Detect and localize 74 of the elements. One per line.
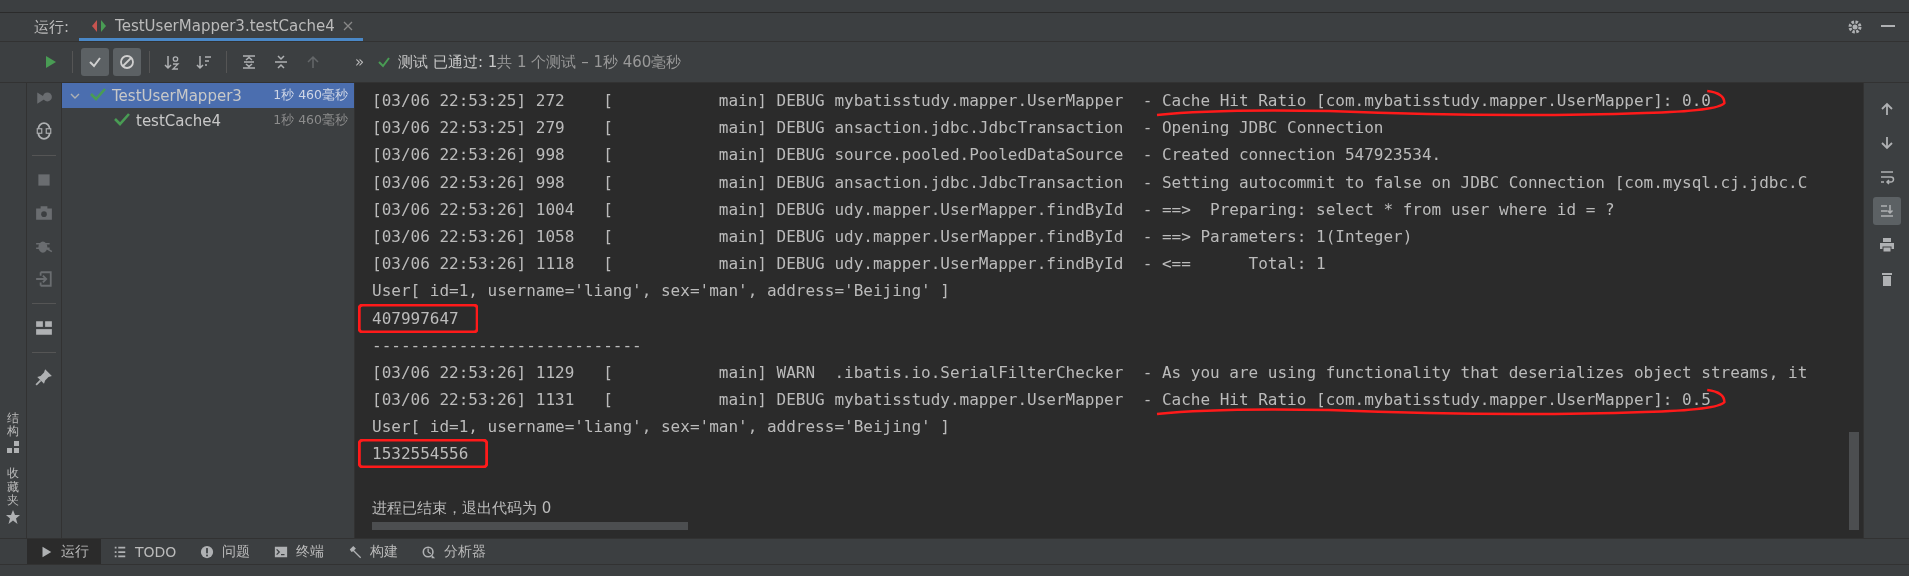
vertical-scrollbar[interactable] [1849, 432, 1859, 530]
tool-window-tab[interactable]: 分析器 [410, 539, 499, 564]
layout-icon[interactable] [35, 319, 53, 337]
test-duration: 1秒 460毫秒 [273, 112, 348, 129]
collapse-icon [273, 54, 289, 70]
log-prefix: [03/06 22:53:26] 998 [ main] DEBUG source.pooled.PooledDataSource - [372, 144, 1154, 167]
log-message: ==> Preparing: select * from user where id = ? [1161, 199, 1615, 219]
log-prefix: [03/06 22:53:26] 1118 [ main] DEBUG udy.mapper.UserMapper.findById - [372, 253, 1154, 276]
console-output: User[ id=1, username='liang', sex='man', address='Beijing' ] [372, 281, 950, 301]
show-passed-button[interactable] [81, 48, 109, 76]
stop-icon[interactable] [35, 171, 53, 189]
log-prefix: [03/06 22:53:26] 1058 [ main] DEBUG udy.mapper.UserMapper.findById - [372, 225, 1154, 248]
log-prefix: [03/06 22:53:26] 998 [ main] DEBUG ansaction.jdbc.JdbcTransaction - [372, 171, 1154, 194]
test-status: 测试 已通过: 1 [398, 52, 498, 72]
sort-alphabetical-icon [164, 54, 180, 70]
log-message: Cache Hit Ratio [com.mybatisstudy.mapper.UserMapper]: 0.5 [1161, 390, 1711, 410]
log-prefix: [03/06 22:53:25] 279 [ main] DEBUG ansaction.jdbc.JdbcTransaction - [372, 117, 1154, 140]
console-output: 407997647 [372, 308, 459, 328]
log-prefix: [03/06 22:53:25] 272 [ main] DEBUG mybatisstudy.mapper.UserMapper - [372, 90, 1154, 112]
profiler-icon [422, 544, 437, 559]
console-output: ---------------------------- [372, 335, 642, 355]
down-arrow-icon [1878, 135, 1895, 151]
tool-window-tab[interactable]: 运行 [27, 539, 101, 564]
soft-wrap-icon [1878, 169, 1895, 185]
log-message: Cache Hit Ratio [com.mybatisstudy.mapper.UserMapper]: 0.0 [1161, 91, 1711, 110]
tool-window-tab[interactable]: 终端 [262, 539, 337, 564]
pin-icon[interactable] [35, 368, 53, 386]
log-prefix: [03/06 22:53:26] 1129 [ main] WARN .ibatis.io.SerialFilterChecker - [372, 361, 1154, 384]
scroll-end-button[interactable] [1872, 197, 1901, 225]
print-icon [1878, 237, 1895, 253]
sort-icon [196, 54, 212, 70]
log-message: Opening JDBC Connection [1161, 118, 1384, 138]
run-panel-label: 运行: [33, 16, 71, 38]
log-message: ==> Parameters: 1(Integer) [1161, 226, 1413, 246]
chevron-down-icon[interactable] [70, 91, 80, 100]
more-button[interactable]: » [355, 53, 365, 71]
test-name: TestUserMapper3 [112, 86, 243, 105]
side-panel-tab[interactable]: 结构 [7, 412, 19, 439]
console-output: User[ id=1, username='liang', sex='man', address='Beijing' ] [372, 417, 950, 437]
tool-window-tab[interactable]: TODO [101, 539, 189, 564]
prohibited-icon [119, 54, 135, 70]
list-icon [113, 544, 127, 559]
camera-icon[interactable] [35, 204, 53, 222]
log-prefix: [03/06 22:53:26] 1131 [ main] DEBUG mybatisstudy.mapper.UserMapper - [372, 389, 1154, 412]
test-duration: 1秒 460毫秒 [273, 87, 348, 104]
structure-icon [7, 441, 19, 454]
horizontal-scrollbar[interactable] [372, 522, 688, 530]
console-output: 进程已结束，退出代码为 0 [372, 498, 552, 517]
log-message: <== Total: 1 [1161, 254, 1326, 274]
scroll-to-end-icon [1878, 203, 1895, 219]
test-name: testCache4 [136, 111, 222, 130]
test-tree-row[interactable]: TestUserMapper3 1秒 460毫秒 [62, 83, 354, 108]
show-ignored-button[interactable] [113, 48, 141, 76]
minimize-icon[interactable] [1881, 25, 1895, 29]
exit-icon[interactable] [35, 270, 53, 288]
close-icon[interactable] [342, 20, 353, 31]
tool-window-tab[interactable]: 问题 [188, 539, 263, 564]
console-output: 1532554556 [372, 444, 469, 464]
settings-icon[interactable] [1847, 19, 1863, 35]
side-panel-tab[interactable]: 收藏夹 [7, 467, 19, 507]
terminal-icon [274, 544, 289, 559]
tool-window-tab[interactable]: 构建 [336, 539, 411, 564]
run-config-icon [91, 18, 108, 33]
up-arrow-icon [305, 54, 321, 70]
log-message: Created connection 547923534. [1161, 145, 1442, 165]
hammer-icon [348, 544, 363, 559]
star-icon [6, 510, 20, 524]
log-message: Setting autocommit to false on JDBC Connection [com.mysql.cj.jdbc.C [1161, 172, 1808, 192]
exclamation-icon [200, 544, 215, 559]
test-tree-row[interactable]: testCache4 1秒 460毫秒 [62, 108, 354, 133]
test-summary: 共 1 个测试 – 1秒 460毫秒 [497, 52, 682, 72]
log-prefix: [03/06 22:53:26] 1004 [ main] DEBUG udy.mapper.UserMapper.findById - [372, 198, 1154, 221]
log-message: As you are using functionality that deserializes object streams, it [1161, 362, 1808, 382]
expand-icon [241, 54, 257, 70]
